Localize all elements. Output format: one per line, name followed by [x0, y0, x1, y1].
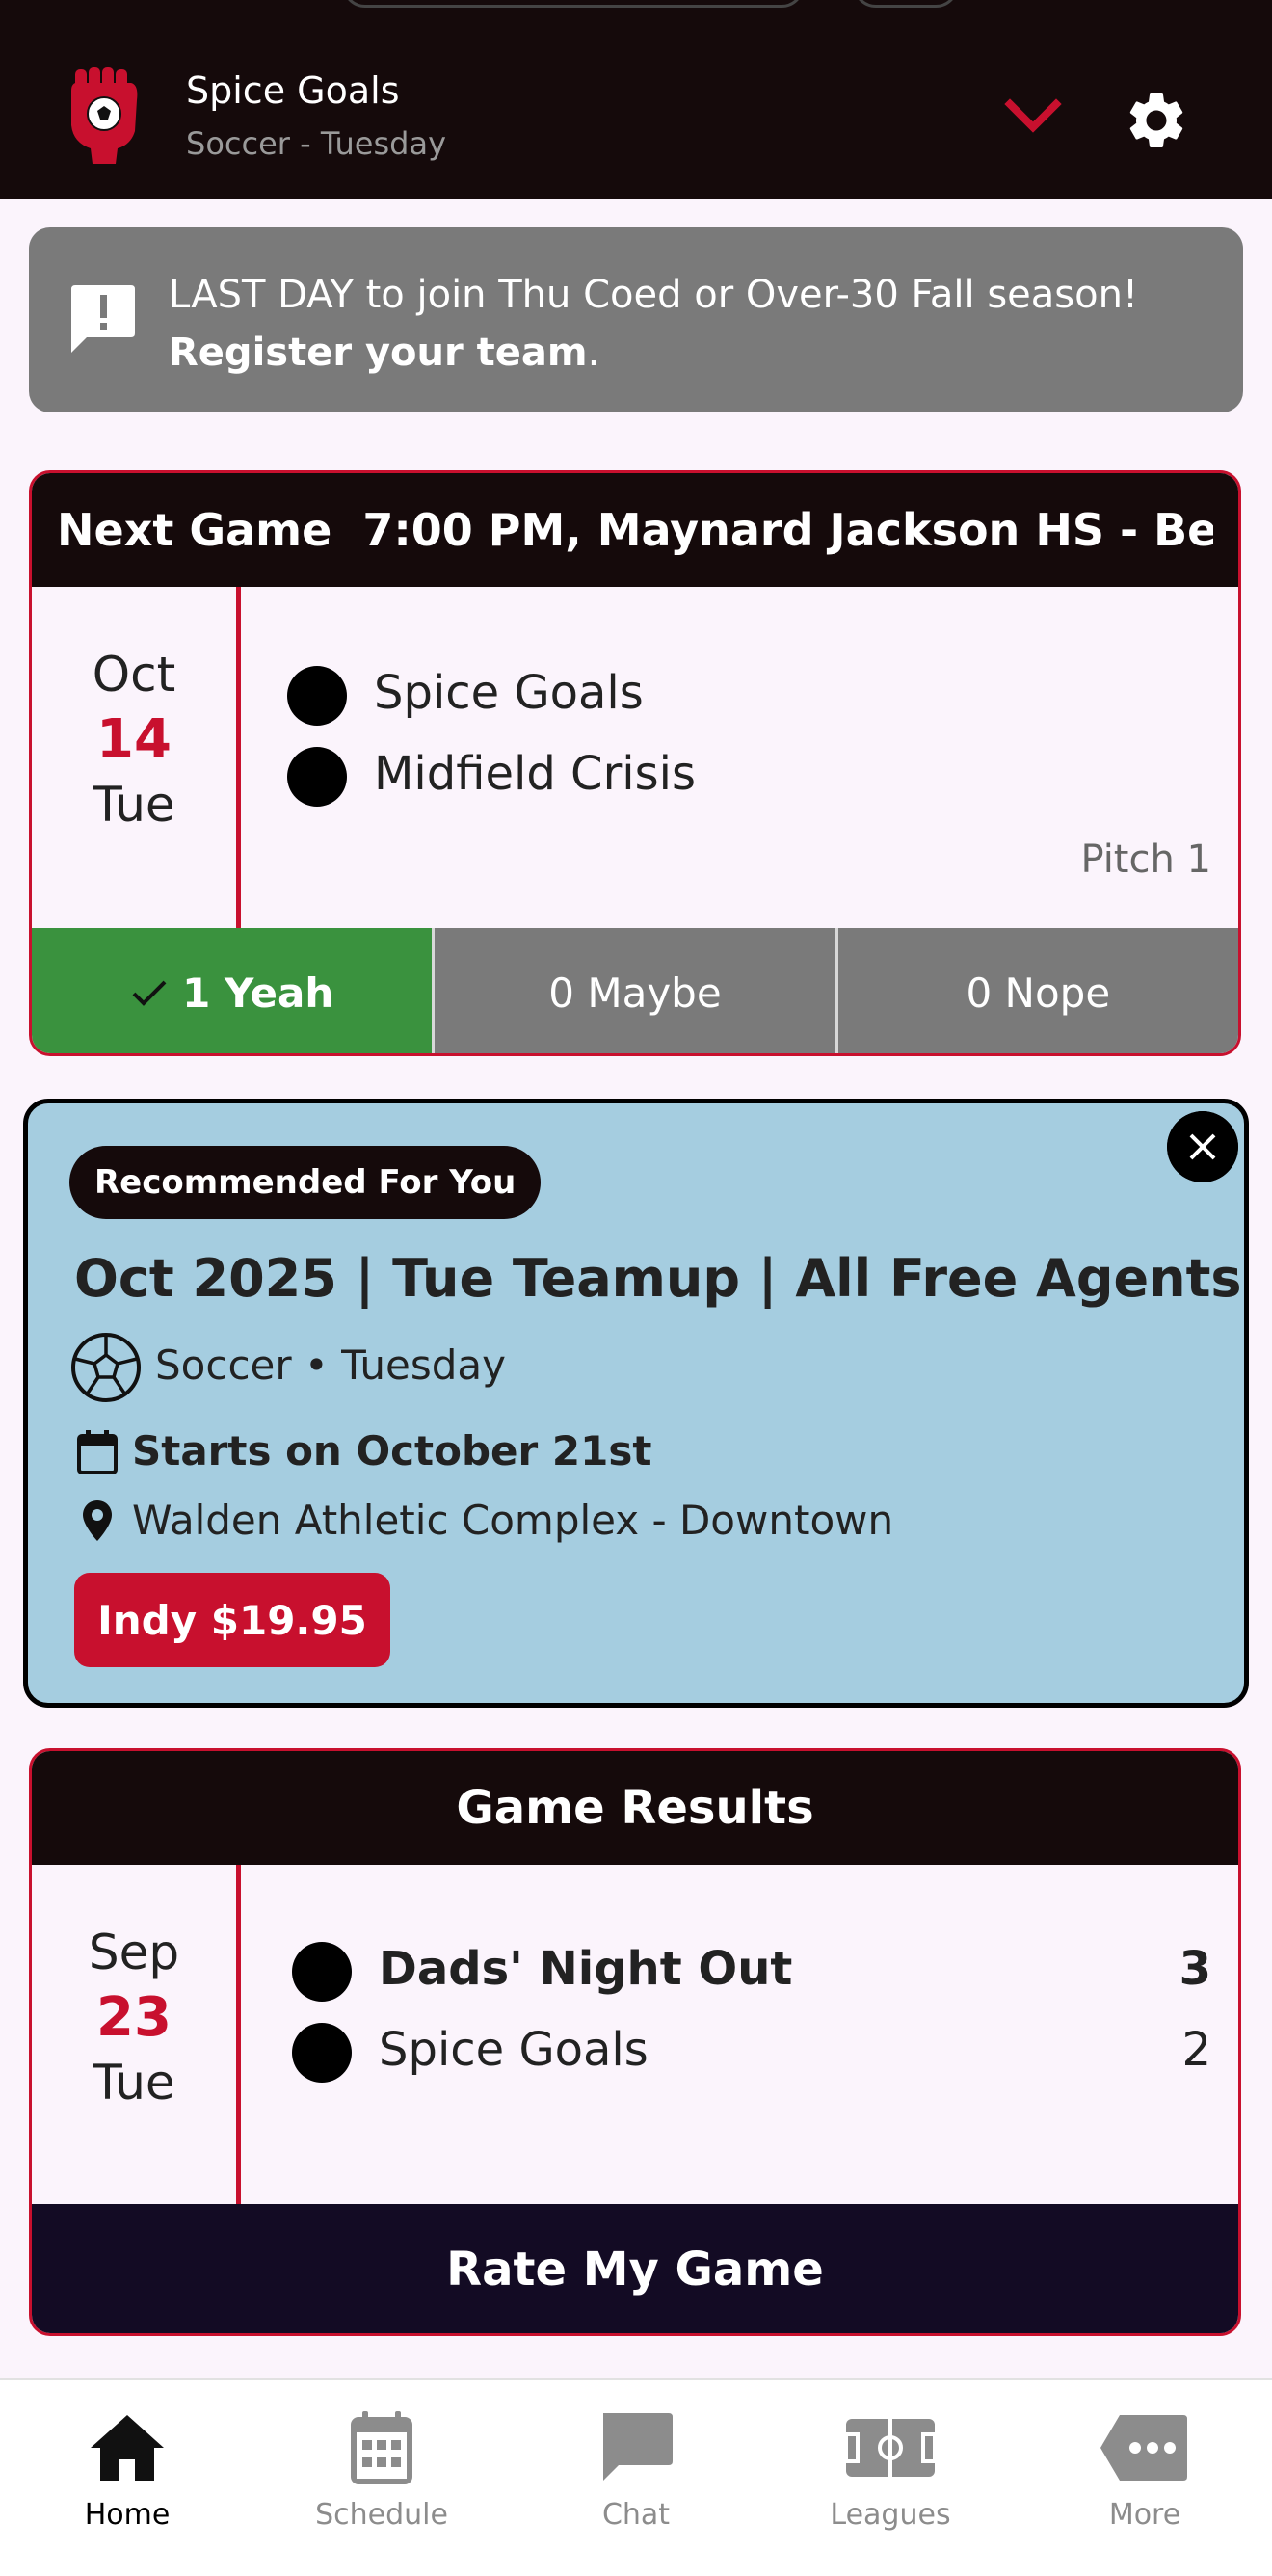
next-game-details: 7:00 PM, Maynard Jackson HS - Be... [362, 504, 1213, 556]
rsvp-bar: 1 Yeah 0 Maybe 0 Nope [32, 928, 1238, 1053]
nav-more[interactable]: More [1018, 2380, 1272, 2576]
date-weekday: Tue [93, 2055, 175, 2111]
nav-chat[interactable]: Chat [509, 2380, 763, 2576]
announcement-text: LAST DAY to join Thu Coed or Over-30 Fal… [169, 266, 1209, 382]
nav-schedule-label: Schedule [315, 2498, 448, 2532]
indy-price-button[interactable]: Indy $19.95 [74, 1573, 390, 1667]
date-divider [236, 587, 241, 928]
team-color-dot [292, 2023, 352, 2083]
recommended-badge: Recommended For You [69, 1146, 542, 1219]
rsvp-maybe-label: 0 Maybe [548, 969, 722, 1017]
recommended-card[interactable]: Recommended For You Oct 2025 | Tue Teamu… [23, 1099, 1249, 1708]
nav-home[interactable]: Home [0, 2380, 254, 2576]
date-divider [236, 1865, 241, 2204]
team-logo-icon[interactable] [67, 67, 141, 164]
announcement-banner[interactable]: LAST DAY to join Thu Coed or Over-30 Fal… [29, 227, 1243, 412]
nav-leagues[interactable]: Leagues [763, 2380, 1018, 2576]
league-sport: Soccer • Tuesday [155, 1341, 506, 1389]
away-team-name: Midfield Crisis [374, 747, 696, 801]
nav-chat-label: Chat [601, 2498, 671, 2532]
game-results-header: Game Results [32, 1751, 1238, 1865]
rsvp-maybe-button[interactable]: 0 Maybe [432, 928, 835, 1053]
rsvp-yes-button[interactable]: 1 Yeah [32, 928, 433, 1053]
location-pin-icon [83, 1500, 112, 1541]
losing-team-score: 2 [1181, 2023, 1211, 2077]
next-game-date: Oct 14 Tue [32, 647, 236, 833]
winning-team-name: Dads' Night Out [379, 1942, 793, 1996]
next-game-header: Next Game 7:00 PM, Maynard Jackson HS - … [32, 473, 1238, 587]
rsvp-yes-label: 1 Yeah [182, 969, 334, 1017]
date-weekday: Tue [93, 777, 175, 833]
home-team-name: Spice Goals [374, 666, 644, 720]
losing-team-name: Spice Goals [379, 2023, 649, 2077]
status-pill [342, 0, 805, 8]
team-color-dot [287, 747, 347, 807]
result-date: Sep 23 Tue [32, 1925, 236, 2111]
game-results-card: Game Results Sep 23 Tue Dads' Night Out … [29, 1748, 1241, 2336]
home-icon [91, 2415, 164, 2481]
pitch-label: Pitch 1 [1080, 837, 1211, 882]
app-header: Spice Goals Soccer - Tuesday [0, 0, 1272, 199]
next-game-title: Next Game 7:00 PM, Maynard Jackson HS - … [57, 504, 1213, 556]
more-icon [1100, 2415, 1187, 2481]
team-color-dot [292, 1942, 352, 2002]
status-pill-small [853, 0, 959, 8]
league-start-date: Starts on October 21st [132, 1427, 652, 1474]
soccer-ball-icon [71, 1333, 141, 1402]
chevron-down-icon[interactable] [1002, 94, 1064, 137]
rsvp-no-label: 0 Nope [966, 969, 1111, 1017]
team-color-dot [287, 666, 347, 726]
check-icon [132, 980, 167, 1006]
next-game-label: Next Game [57, 504, 332, 556]
register-team-link[interactable]: Register your team [169, 331, 588, 375]
league-title[interactable]: Oct 2025 | Tue Teamup | All Free Agents [74, 1248, 1242, 1309]
nav-schedule[interactable]: Schedule [254, 2380, 509, 2576]
announcement-suffix: . [587, 331, 600, 375]
nav-more-label: More [1108, 2498, 1181, 2532]
date-month: Sep [88, 1925, 180, 1980]
winning-team-score: 3 [1179, 1942, 1211, 1996]
team-name[interactable]: Spice Goals [186, 69, 400, 112]
rsvp-no-button[interactable]: 0 Nope [835, 928, 1238, 1053]
next-game-card[interactable]: Next Game 7:00 PM, Maynard Jackson HS - … [29, 470, 1241, 1056]
game-results-title: Game Results [456, 1781, 814, 1835]
rate-my-game-button[interactable]: Rate My Game [32, 2204, 1238, 2333]
calendar-icon [77, 1430, 118, 1474]
nav-home-label: Home [84, 2498, 171, 2532]
league-venue: Walden Athletic Complex - Downtown [132, 1497, 894, 1544]
calendar-icon [351, 2411, 412, 2484]
date-day: 23 [96, 1986, 172, 2049]
team-subtitle[interactable]: Soccer - Tuesday [186, 125, 446, 162]
chat-icon [603, 2413, 673, 2481]
alert-message-icon [71, 285, 135, 353]
date-day: 14 [96, 708, 172, 771]
date-month: Oct [92, 647, 176, 703]
gear-icon[interactable] [1123, 87, 1190, 154]
field-icon [844, 2419, 937, 2477]
bottom-nav: Home Schedule Chat Leagues More [0, 2378, 1272, 2576]
announcement-message: LAST DAY to join Thu Coed or Over-30 Fal… [169, 273, 1138, 317]
close-icon[interactable] [1167, 1111, 1238, 1182]
nav-leagues-label: Leagues [830, 2498, 951, 2532]
